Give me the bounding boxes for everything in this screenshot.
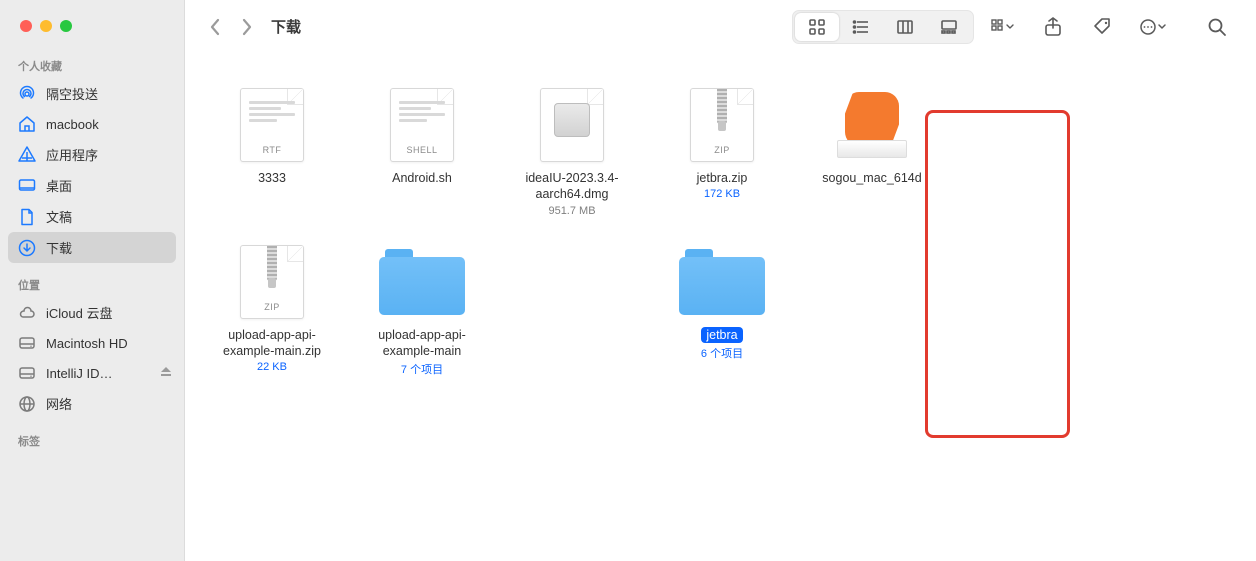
file-subtitle: 172 KB <box>653 188 791 200</box>
dmg-icon <box>503 76 641 170</box>
action-menu-button[interactable] <box>1136 12 1170 42</box>
sidebar-item-apps[interactable]: 应用程序 <box>0 139 184 170</box>
forward-button[interactable] <box>235 13 259 41</box>
file-item[interactable]: ZIPjetbra.zip 172 KB <box>647 70 797 227</box>
sidebar-item-airdrop[interactable]: 隔空投送 <box>0 78 184 109</box>
file-item[interactable]: jetbra 6 个项目 <box>647 227 797 388</box>
file-name: jetbra <box>653 327 791 343</box>
sidebar-item-label: 应用程序 <box>46 145 98 164</box>
main: 下载 <box>185 0 1256 561</box>
sidebar-item-document[interactable]: 文稿 <box>0 201 184 232</box>
apps-icon <box>18 146 36 164</box>
file-subtitle: 951.7 MB <box>503 205 641 217</box>
gallery-view-button[interactable] <box>927 13 971 41</box>
home-icon <box>18 115 36 133</box>
folder-icon <box>353 233 491 327</box>
toolbar: 下载 <box>185 0 1256 54</box>
file-item[interactable]: ZIPupload-app-api-example-main.zip22 KB <box>197 227 347 388</box>
sidebar-section-locations-title: 位置 <box>0 273 184 297</box>
window-title: 下载 <box>271 16 301 37</box>
list-view-button[interactable] <box>839 13 883 41</box>
sidebar: 个人收藏 隔空投送 macbook 应用程序桌面文稿下载 位置 iCloud 云盘 M… <box>0 0 185 561</box>
sidebar-item-label: macbook <box>46 117 99 132</box>
file-subtitle: 6 个项目 <box>653 345 791 361</box>
sidebar-section-favorites-title: 个人收藏 <box>0 54 184 78</box>
document-icon <box>18 208 36 226</box>
file-item[interactable]: ideaIU-2023.3.4-aarch64.dmg 951.7 MB <box>497 70 647 227</box>
sidebar-item-label: 隔空投送 <box>46 84 98 103</box>
window-controls <box>0 20 184 54</box>
group-by-button[interactable] <box>986 12 1020 42</box>
zip-icon: ZIP <box>203 233 341 327</box>
sidebar-item-cloud[interactable]: iCloud 云盘 <box>0 297 184 328</box>
file-name: upload-app-api-example-main.zip <box>203 327 341 360</box>
sidebar-item-disk[interactable]: IntelliJ ID… <box>0 358 184 388</box>
view-mode-group <box>792 10 974 44</box>
sidebar-item-label: 下载 <box>46 238 72 257</box>
file-name: sogou_mac_614d <box>803 170 941 186</box>
folder-icon <box>653 233 791 327</box>
file-item[interactable]: RTF3333 <box>197 70 347 227</box>
file-name: 3333 <box>203 170 341 186</box>
tags-button[interactable] <box>1086 12 1120 42</box>
eject-icon[interactable] <box>160 366 172 381</box>
network-icon <box>18 395 36 413</box>
file-item[interactable]: SHELLAndroid.sh <box>347 70 497 227</box>
file-name: jetbra.zip <box>653 170 791 186</box>
download-icon <box>18 239 36 257</box>
sidebar-item-label: IntelliJ ID… <box>46 366 112 381</box>
sidebar-item-disk[interactable]: Macintosh HD <box>0 328 184 358</box>
content-area[interactable]: RTF3333SHELLAndroid.shideaIU-2023.3.4-aa… <box>185 54 1256 561</box>
share-button[interactable] <box>1036 12 1070 42</box>
file-name: upload-app-api-example-main <box>353 327 491 360</box>
search-button[interactable] <box>1200 12 1234 42</box>
file-subtitle: 7 个项目 <box>353 361 491 377</box>
sidebar-item-home[interactable]: macbook <box>0 109 184 139</box>
disk-icon <box>18 334 36 352</box>
cloud-icon <box>18 304 36 322</box>
sidebar-section-tags-title: 标签 <box>0 429 184 453</box>
desktop-icon <box>18 177 36 195</box>
shell-icon: SHELL <box>353 76 491 170</box>
zip-icon: ZIP <box>653 76 791 170</box>
back-button[interactable] <box>203 13 227 41</box>
file-item[interactable]: upload-app-api-example-main7 个项目 <box>347 227 497 388</box>
maximize-window-button[interactable] <box>60 20 72 32</box>
column-view-button[interactable] <box>883 13 927 41</box>
file-item[interactable]: sogou_mac_614d <box>797 70 947 227</box>
icon-view-button[interactable] <box>795 13 839 41</box>
airdrop-icon <box>18 85 36 103</box>
sidebar-item-label: 桌面 <box>46 176 72 195</box>
sidebar-item-download[interactable]: 下载 <box>8 232 176 263</box>
sidebar-item-network[interactable]: 网络 <box>0 388 184 419</box>
sidebar-item-label: iCloud 云盘 <box>46 303 112 322</box>
minimize-window-button[interactable] <box>40 20 52 32</box>
disk-icon <box>18 364 36 382</box>
sidebar-item-label: 网络 <box>46 394 72 413</box>
pkgimg-icon <box>803 76 941 170</box>
rtf-icon: RTF <box>203 76 341 170</box>
sidebar-item-desktop[interactable]: 桌面 <box>0 170 184 201</box>
file-subtitle: 22 KB <box>203 361 341 373</box>
close-window-button[interactable] <box>20 20 32 32</box>
sidebar-item-label: 文稿 <box>46 207 72 226</box>
sidebar-item-label: Macintosh HD <box>46 336 128 351</box>
file-name: Android.sh <box>353 170 491 186</box>
file-name: ideaIU-2023.3.4-aarch64.dmg <box>503 170 641 203</box>
